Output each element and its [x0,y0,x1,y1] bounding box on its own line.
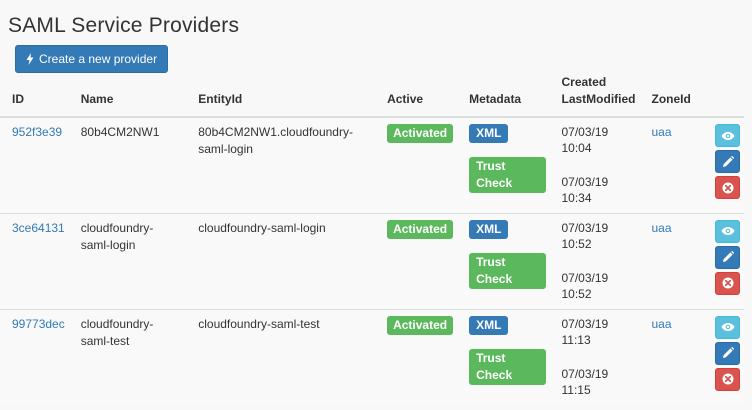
pencil-icon [722,155,734,167]
cell-actions [703,116,744,213]
row-actions [715,315,740,391]
header-metadata: Metadata [457,74,550,118]
table-row: 99773dec cloudfoundry-saml-test cloudfou… [0,308,744,405]
eye-icon [721,131,734,140]
cell-active: Activated [375,212,458,309]
header-active: Active [375,74,458,118]
cell-metadata: XML Trust Check [457,116,550,213]
cell-metadata: XML Trust Check [457,308,550,405]
row-actions [715,219,740,295]
cell-zone-id: uaa [639,308,703,405]
cell-name: cloudfoundry-saml-test [68,308,187,405]
xml-button[interactable]: XML [469,315,509,335]
delete-button[interactable] [715,271,740,295]
provider-id-link[interactable]: 99773dec [12,317,65,331]
header-name: Name [68,74,187,118]
cell-dates: 07/03/19 10:52 07/03/19 10:52 [549,212,640,309]
table-row: 3ce64131 cloudfoundry-saml-login cloudfo… [0,212,744,309]
providers-table: ID Name EntityId Active Metadata Created… [0,74,744,405]
remove-circle-icon [722,277,733,289]
edit-button[interactable] [715,150,740,173]
zone-id-link[interactable]: uaa [652,221,672,235]
header-entity-id: EntityId [186,74,376,118]
cell-dates: 07/03/19 10:04 07/03/19 10:34 [549,116,640,213]
active-badge: Activated [387,219,454,239]
table-header-row: ID Name EntityId Active Metadata Created… [0,74,744,118]
created-date: 07/03/19 10:52 [561,220,609,251]
delete-button[interactable] [715,176,740,199]
cell-actions [703,212,744,309]
zone-id-link[interactable]: uaa [652,317,672,331]
provider-id-link[interactable]: 3ce64131 [12,221,65,235]
bolt-icon [26,53,34,65]
header-last-modified: LastModified [561,92,636,106]
create-provider-button[interactable]: Create a new provider [15,45,169,73]
cell-metadata: XML Trust Check [457,212,550,309]
active-badge: Activated [387,124,454,143]
provider-id-link[interactable]: 952f3e39 [12,125,62,139]
page-title: SAML Service Providers [8,14,240,37]
cell-id: 99773dec [0,308,69,405]
view-button[interactable] [715,315,740,339]
cell-zone-id: uaa [639,212,703,309]
header-actions [703,74,744,118]
cell-zone-id: uaa [639,116,703,213]
cell-actions [703,308,744,405]
view-button[interactable] [715,124,740,147]
cell-entity-id: cloudfoundry-saml-login [186,212,376,309]
row-actions [715,124,740,199]
cell-id: 3ce64131 [0,212,69,309]
last-modified-date: 07/03/19 10:52 [561,270,609,301]
create-provider-label: Create a new provider [39,52,158,66]
header-created: Created [561,75,607,89]
last-modified-date: 07/03/19 10:34 [561,175,609,205]
created-date: 07/03/19 10:04 [561,125,609,155]
cell-entity-id: cloudfoundry-saml-test [186,308,376,405]
cell-active: Activated [375,308,458,405]
trust-check-button[interactable]: Trust Check [469,157,546,193]
eye-icon [721,323,734,331]
edit-button[interactable] [715,245,740,269]
cell-active: Activated [375,116,458,213]
header-id: ID [0,74,69,118]
last-modified-date: 07/03/19 11:15 [561,366,609,397]
created-date: 07/03/19 11:13 [561,316,609,347]
header-created-modified: Created LastModified [549,74,640,118]
pencil-icon [722,251,734,262]
cell-id: 952f3e39 [0,116,69,213]
active-badge: Activated [387,315,454,335]
cell-dates: 07/03/19 11:13 07/03/19 11:15 [549,308,640,405]
remove-circle-icon [722,182,733,193]
pencil-icon [722,347,734,358]
xml-button[interactable]: XML [469,124,509,143]
trust-check-button[interactable]: Trust Check [469,252,546,289]
header-zone-id: ZoneId [639,74,703,118]
xml-button[interactable]: XML [469,219,509,239]
edit-button[interactable] [715,341,740,365]
delete-button[interactable] [715,367,740,391]
page: SAML Service Providers Create a new prov… [0,0,752,410]
trust-check-button[interactable]: Trust Check [469,348,546,385]
view-button[interactable] [715,219,740,243]
table-row: 952f3e39 80b4CM2NW1 80b4CM2NW1.cloudfoun… [0,116,744,213]
cell-name: cloudfoundry-saml-login [68,212,187,309]
cell-name: 80b4CM2NW1 [68,116,187,213]
zone-id-link[interactable]: uaa [652,125,672,139]
cell-entity-id: 80b4CM2NW1.cloudfoundry-saml-login [186,116,376,213]
remove-circle-icon [722,373,733,385]
eye-icon [721,227,734,235]
